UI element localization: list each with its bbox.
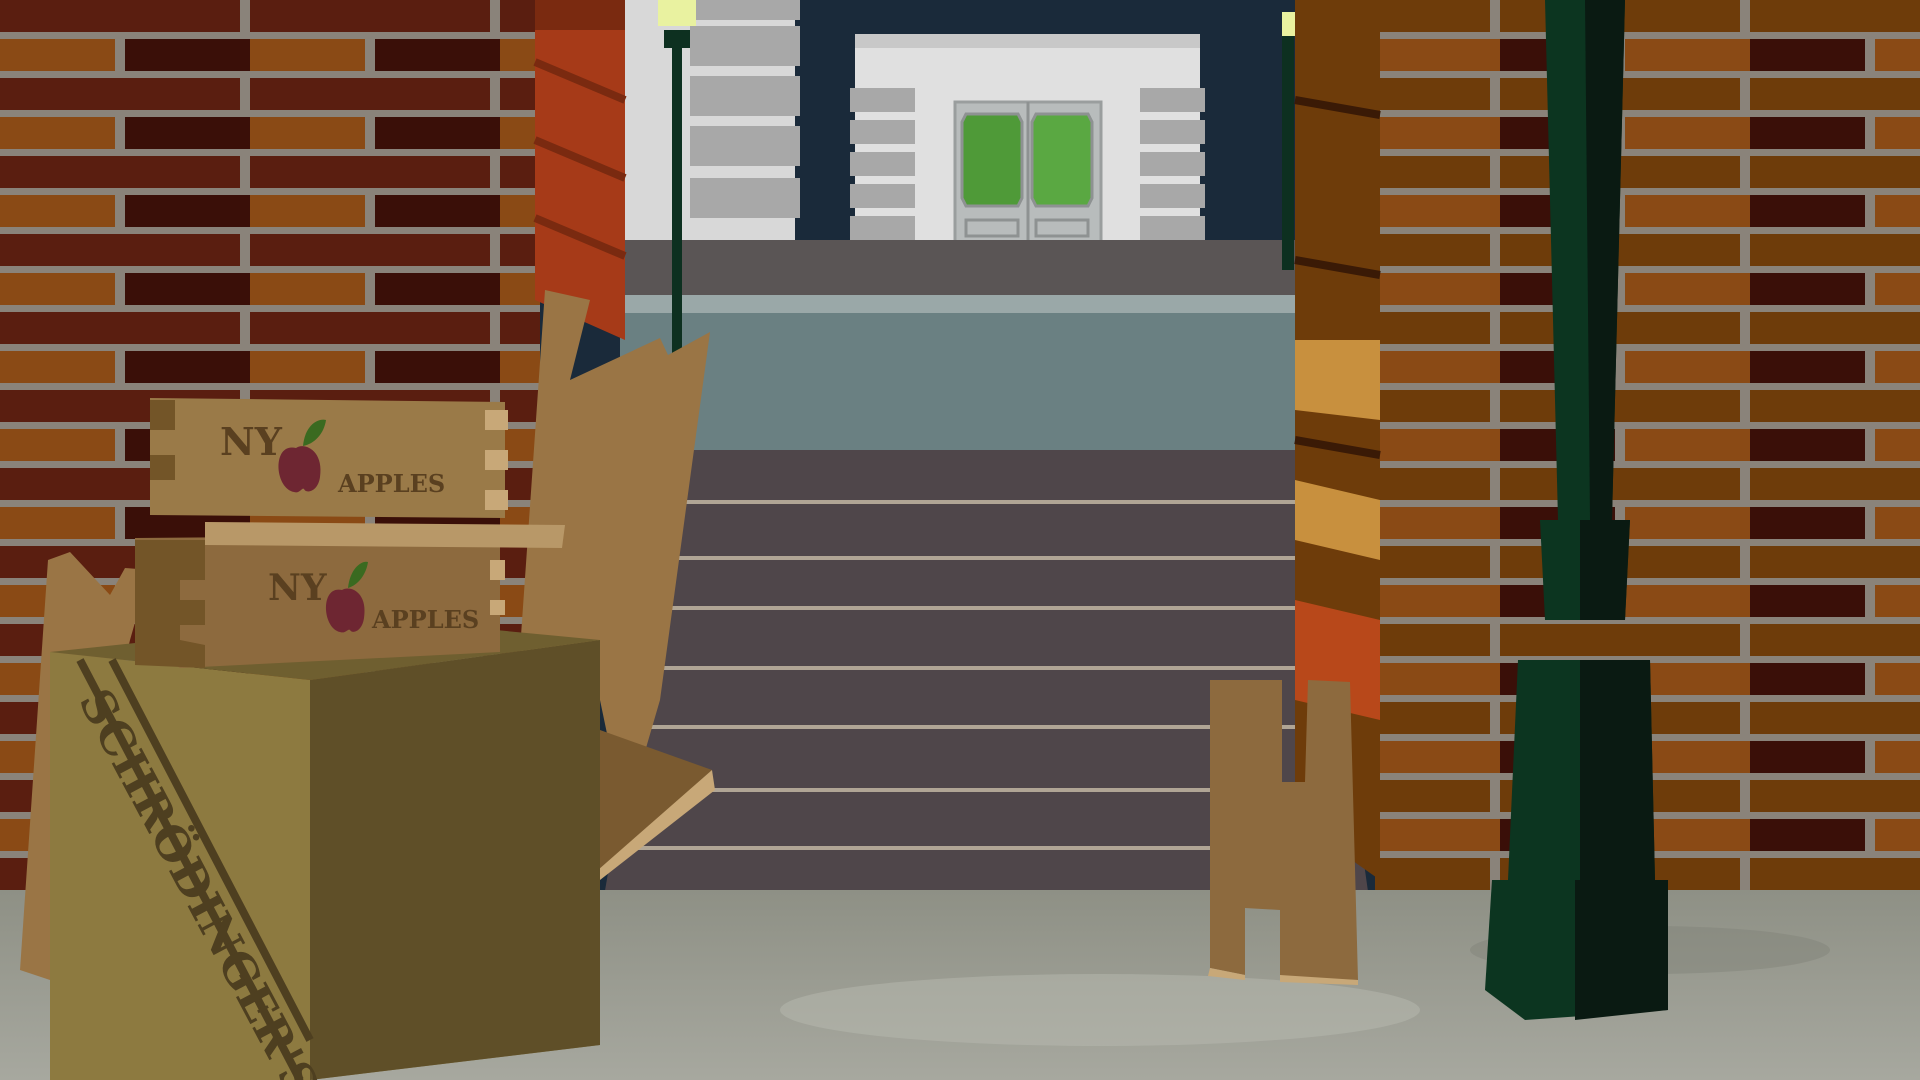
door-glass-right xyxy=(1030,112,1094,208)
door-glass-left xyxy=(960,112,1024,208)
crate-bottom-ny: NY xyxy=(268,567,328,609)
apple-crate-bottom[interactable]: NY APPLES xyxy=(135,535,505,668)
distant-building-left xyxy=(610,0,800,258)
distant-lamp-post-right xyxy=(1282,12,1296,270)
far-street xyxy=(620,240,1300,295)
crate-plank xyxy=(205,522,565,548)
apple-crate-top[interactable]: NY APPLES xyxy=(150,398,508,518)
double-doors[interactable] xyxy=(953,100,1103,256)
alley-scene: SCHRÖDINGER'S NY APPLES NY APPLES xyxy=(0,0,1920,1080)
crate-top-apples: APPLES xyxy=(337,469,445,498)
crate-bottom-apples: APPLES xyxy=(371,605,479,634)
stair-landing xyxy=(620,295,1300,450)
crate-top-ny: NY xyxy=(220,419,283,464)
schrodinger-box[interactable]: SCHRÖDINGER'S xyxy=(50,618,600,1080)
